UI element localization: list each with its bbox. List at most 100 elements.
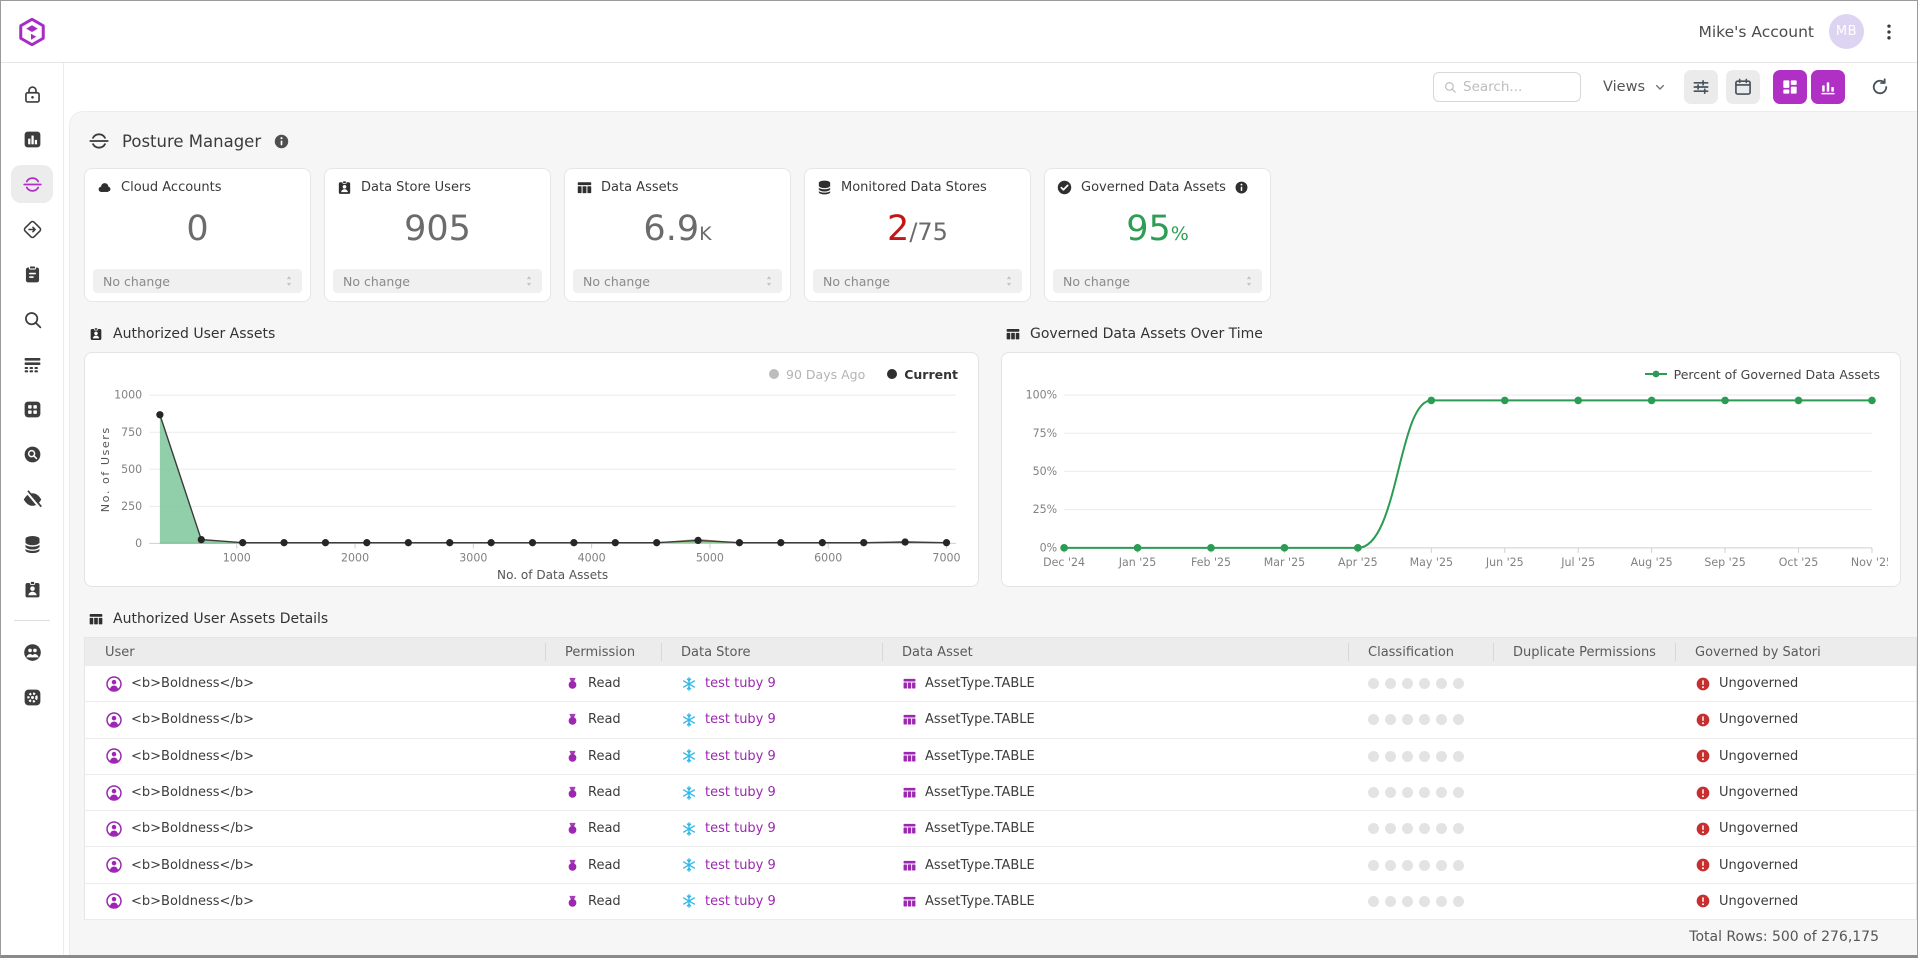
diamond-arrow-icon — [22, 219, 43, 240]
legend-current[interactable]: Current — [887, 367, 958, 382]
ungoverned-icon — [1695, 857, 1711, 873]
sidebar-item-settings[interactable] — [11, 678, 53, 716]
table-row[interactable]: <b>Boldness</b> Read test tuby 9 AssetTy… — [85, 884, 1916, 920]
card-trend[interactable]: No change — [333, 269, 542, 293]
sidebar-item-data-policies[interactable] — [11, 435, 53, 473]
data-store-link[interactable]: test tuby 9 — [705, 712, 776, 727]
data-store-cell: test tuby 9 — [661, 857, 882, 873]
table-row[interactable]: <b>Boldness</b> Read test tuby 9 AssetTy… — [85, 811, 1916, 847]
satori-logo-icon[interactable] — [17, 17, 47, 47]
ungoverned-icon — [1695, 712, 1711, 728]
data-store-link[interactable]: test tuby 9 — [705, 749, 776, 764]
col-header-permission[interactable]: Permission — [545, 638, 661, 666]
data-store-cell: test tuby 9 — [661, 785, 882, 801]
sidebar-item-search[interactable] — [11, 300, 53, 338]
governed-status: Ungoverned — [1719, 785, 1798, 800]
legend-percent-governed[interactable]: Percent of Governed Data Assets — [1645, 367, 1880, 382]
data-store-link[interactable]: test tuby 9 — [705, 858, 776, 873]
card-trend[interactable]: No change — [1053, 269, 1262, 293]
filters-button[interactable] — [1684, 70, 1718, 104]
data-store-link[interactable]: test tuby 9 — [705, 676, 776, 691]
sidebar-item-audit[interactable] — [11, 345, 53, 383]
svg-text:Aug '25: Aug '25 — [1631, 556, 1673, 569]
users-icon — [22, 642, 43, 663]
chart-title-text: Governed Data Assets Over Time — [1030, 326, 1263, 342]
snowflake-icon — [681, 712, 697, 728]
date-range-button[interactable] — [1726, 70, 1760, 104]
kebab-menu-icon[interactable] — [1879, 22, 1899, 42]
governed-status: Ungoverned — [1719, 712, 1798, 727]
sidebar-item-users[interactable] — [11, 633, 53, 671]
sidebar-item-data-stores[interactable] — [11, 525, 53, 563]
col-header-data-store[interactable]: Data Store — [661, 638, 882, 666]
sidebar-item-masking[interactable] — [11, 480, 53, 518]
card-trend[interactable]: No change — [813, 269, 1022, 293]
card-label: Cloud Accounts — [121, 180, 222, 195]
data-asset-cell: AssetType.TABLE — [882, 785, 1348, 800]
permission-label: Read — [588, 785, 621, 800]
data-store-link[interactable]: test tuby 9 — [705, 821, 776, 836]
classification-dot — [1385, 860, 1396, 871]
sidebar-item-posture-manager[interactable] — [11, 165, 53, 203]
card-trend[interactable]: No change — [93, 269, 302, 293]
refresh-button[interactable] — [1863, 70, 1897, 104]
table-asset-icon — [902, 821, 917, 836]
classification-dot — [1402, 787, 1413, 798]
svg-text:3000: 3000 — [459, 552, 487, 565]
svg-text:Jul '25: Jul '25 — [1560, 556, 1595, 569]
user-cell: <b>Boldness</b> — [85, 856, 545, 874]
sidebar-item-reports[interactable] — [11, 120, 53, 158]
data-asset-cell: AssetType.TABLE — [882, 894, 1348, 909]
col-header-classification[interactable]: Classification — [1348, 638, 1493, 666]
info-icon[interactable] — [1234, 180, 1249, 195]
classification-dot — [1402, 860, 1413, 871]
table-asset-icon — [902, 858, 917, 873]
ungoverned-icon — [1695, 748, 1711, 764]
views-dropdown[interactable]: Views — [1603, 79, 1668, 95]
trend-label: No change — [1063, 274, 1130, 289]
data-store-link[interactable]: test tuby 9 — [705, 785, 776, 800]
classification-dot — [1419, 787, 1430, 798]
data-asset-label: AssetType.TABLE — [925, 676, 1035, 691]
info-icon[interactable] — [273, 133, 290, 150]
search-input[interactable] — [1463, 79, 1571, 95]
col-header-data-asset[interactable]: Data Asset — [882, 638, 1348, 666]
lock-icon — [22, 84, 43, 105]
stat-cards-row: Cloud Accounts 0 No change Data Store Us… — [84, 168, 1901, 302]
trend-label: No change — [103, 274, 170, 289]
col-header-duplicate-permissions[interactable]: Duplicate Permissions — [1493, 638, 1675, 666]
account-name[interactable]: Mike's Account — [1699, 23, 1815, 41]
search-icon — [22, 309, 43, 330]
table-row[interactable]: <b>Boldness</b> Read test tuby 9 AssetTy… — [85, 847, 1916, 883]
avatar[interactable]: MB — [1829, 14, 1864, 49]
col-header-user[interactable]: User — [85, 638, 545, 666]
permission-icon — [565, 858, 580, 873]
table-row[interactable]: <b>Boldness</b> Read test tuby 9 AssetTy… — [85, 666, 1916, 702]
classification-dot — [1385, 751, 1396, 762]
snowflake-icon — [681, 893, 697, 909]
legend-90-days-ago[interactable]: 90 Days Ago — [769, 367, 865, 382]
table-asset-icon — [902, 894, 917, 909]
dashboard-view-button[interactable] — [1773, 70, 1807, 104]
classification-dots — [1348, 823, 1493, 834]
cloud-icon — [96, 179, 113, 196]
sidebar-item-identities[interactable] — [11, 570, 53, 608]
sort-arrows-icon — [1242, 274, 1256, 288]
sidebar-item-lock[interactable] — [11, 75, 53, 113]
chart-view-button[interactable] — [1811, 70, 1845, 104]
sidebar-item-flows[interactable] — [11, 210, 53, 248]
data-table: User Permission Data Store Data Asset Cl… — [84, 637, 1917, 920]
card-trend[interactable]: No change — [573, 269, 782, 293]
sidebar-item-apps[interactable] — [11, 390, 53, 428]
data-store-link[interactable]: test tuby 9 — [705, 894, 776, 909]
table-row[interactable]: <b>Boldness</b> Read test tuby 9 AssetTy… — [85, 702, 1916, 738]
col-header-governed-by-satori[interactable]: Governed by Satori — [1675, 638, 1916, 666]
classification-dot — [1368, 896, 1379, 907]
table-row[interactable]: <b>Boldness</b> Read test tuby 9 AssetTy… — [85, 739, 1916, 775]
table-row[interactable]: <b>Boldness</b> Read test tuby 9 AssetTy… — [85, 775, 1916, 811]
table-title-row: Authorized User Assets Details — [88, 611, 1901, 627]
user-name: <b>Boldness</b> — [131, 858, 254, 873]
sidebar-item-inventory[interactable] — [11, 255, 53, 293]
classification-dots — [1348, 787, 1493, 798]
classification-dot — [1419, 714, 1430, 725]
